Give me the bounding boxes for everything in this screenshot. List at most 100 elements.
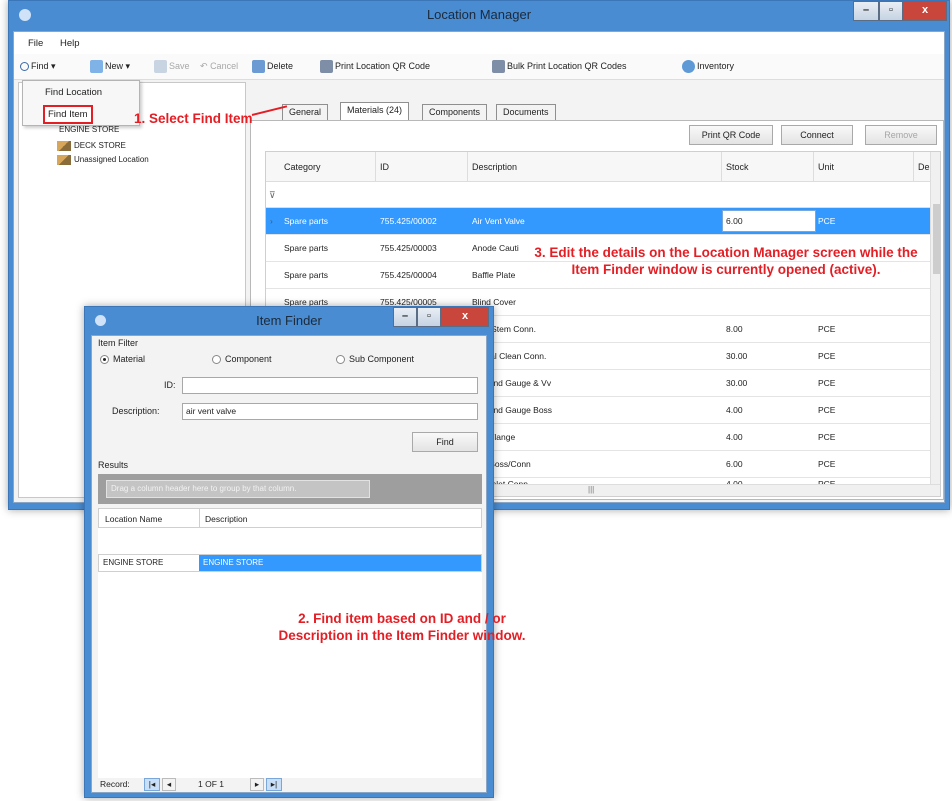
bulk-print-qr-button[interactable]: Bulk Print Location QR Codes — [492, 58, 627, 74]
maximize-button[interactable]: ▫ — [879, 1, 903, 21]
group-by-hint: Drag a column header here to group by th… — [106, 480, 370, 498]
grid-header: Category ID Description Stock Unit De — [266, 152, 940, 182]
table-row[interactable]: › Spare parts 755.425/00002 Air Vent Val… — [266, 208, 930, 235]
annotation-step3: 3. Edit the details on the Location Mana… — [534, 245, 918, 277]
item-finder-window: Item Finder – ▫ x Item Filter Material C… — [84, 306, 494, 798]
result-row[interactable]: ENGINE STORE ENGINE STORE — [98, 554, 482, 572]
stock-edit-cell[interactable]: 6.00 — [722, 210, 816, 232]
print-qr-label: Print Location QR Code — [335, 61, 431, 71]
record-label: Record: — [100, 779, 130, 789]
filter-row[interactable]: ⊽ — [266, 182, 940, 208]
column-result-description[interactable]: Description — [205, 514, 248, 524]
radio-material[interactable]: Material — [100, 354, 145, 365]
toolbar: Find ▾ New ▾ Save ↶ Cancel Delete Print … — [14, 54, 944, 80]
delete-icon — [252, 60, 265, 74]
tree-item-partial[interactable]: ENGINE STORE — [59, 125, 119, 134]
print-location-qr-button[interactable]: Print Location QR Code — [320, 58, 430, 74]
radio-button — [212, 355, 221, 365]
id-input[interactable] — [182, 377, 478, 394]
result-location: ENGINE STORE — [103, 558, 164, 567]
vertical-scrollbar[interactable] — [930, 152, 940, 484]
column-location-name[interactable]: Location Name — [105, 514, 162, 524]
connect-button[interactable]: Connect — [781, 125, 853, 145]
qr-code-icon — [492, 60, 505, 74]
undo-icon: ↶ — [200, 61, 208, 71]
tab-documents[interactable]: Documents — [496, 104, 556, 120]
finder-app-icon — [95, 315, 106, 326]
find-item-button[interactable]: Find — [412, 432, 478, 452]
save-label: Save — [169, 61, 190, 71]
finder-minimize-button[interactable]: – — [393, 307, 417, 327]
column-category[interactable]: Category — [280, 152, 376, 182]
result-description: ENGINE STORE — [199, 555, 481, 571]
save-icon — [154, 60, 167, 74]
row-indicator: › — [270, 216, 273, 226]
finder-title: Item Finder — [256, 313, 322, 328]
tab-general[interactable]: General — [282, 104, 329, 120]
group-by-panel: Drag a column header here to group by th… — [98, 474, 482, 504]
prev-record-button[interactable]: ◂ — [162, 778, 176, 791]
results-label: Results — [98, 460, 129, 470]
tree-item-unassigned[interactable]: Unassigned Location — [57, 155, 149, 165]
qr-code-icon — [320, 60, 333, 74]
finder-client-area: Item Filter Material Component Sub Compo… — [91, 335, 487, 793]
remove-button[interactable]: Remove — [865, 125, 937, 145]
scroll-thumb[interactable] — [933, 204, 940, 274]
description-input[interactable]: air vent valve — [182, 403, 478, 420]
menu-item-find-location[interactable]: Find Location — [45, 87, 102, 98]
record-navigator: Record: |◂ ◂ 1 OF 1 ▸ ▸| — [98, 778, 482, 792]
menu-file[interactable]: File — [28, 38, 43, 49]
filter-icon: ⊽ — [269, 190, 276, 200]
new-document-icon — [90, 60, 103, 74]
find-dropdown-menu: Find Location Find Item — [22, 80, 140, 126]
page-indicator: 1 OF 1 — [198, 779, 224, 789]
search-icon — [20, 62, 29, 72]
results-list: ENGINE STORE ENGINE STORE — [98, 528, 482, 778]
finder-maximize-button[interactable]: ▫ — [417, 307, 441, 327]
delete-button[interactable]: Delete — [252, 58, 293, 74]
print-qr-code-button[interactable]: Print QR Code — [689, 125, 773, 145]
tree-item-deck-store[interactable]: DECK STORE — [57, 141, 126, 151]
column-divider — [199, 509, 200, 527]
tab-components[interactable]: Components — [422, 104, 488, 120]
menu-bar: File Help — [14, 32, 944, 54]
radio-button — [100, 355, 109, 365]
radio-component[interactable]: Component — [212, 354, 272, 365]
menu-item-find-item[interactable]: Find Item — [43, 105, 93, 124]
inventory-icon — [682, 60, 695, 74]
item-filter-label: Item Filter — [98, 338, 139, 348]
radio-sub-component[interactable]: Sub Component — [336, 354, 414, 365]
description-label: Description: — [112, 406, 160, 416]
column-unit[interactable]: Unit — [814, 152, 914, 182]
annotation-step2: 2. Find item based on ID and / or Descri… — [278, 611, 526, 643]
delete-label: Delete — [267, 61, 294, 71]
next-record-button[interactable]: ▸ — [250, 778, 264, 791]
column-id[interactable]: ID — [376, 152, 468, 182]
column-stock[interactable]: Stock — [722, 152, 814, 182]
main-window-title: Location Manager — [426, 7, 532, 22]
column-description[interactable]: Description — [468, 152, 722, 182]
cancel-button[interactable]: ↶ Cancel — [200, 58, 238, 74]
find-button[interactable]: Find ▾ — [20, 58, 56, 74]
results-header: Location Name Description — [98, 508, 482, 528]
location-icon — [57, 141, 71, 151]
scroll-grip-icon: ||| — [588, 485, 595, 494]
main-title-bar[interactable]: Location Manager — [9, 1, 949, 31]
inventory-button[interactable]: Inventory — [682, 58, 734, 74]
menu-help[interactable]: Help — [60, 38, 80, 49]
find-label: Find — [31, 61, 49, 71]
close-button[interactable]: x — [903, 1, 947, 21]
new-button[interactable]: New ▾ — [90, 58, 130, 74]
minimize-button[interactable]: – — [853, 1, 879, 21]
tab-materials[interactable]: Materials (24) — [340, 102, 410, 120]
radio-button — [336, 355, 345, 365]
last-record-button[interactable]: ▸| — [266, 778, 282, 791]
cancel-label: Cancel — [210, 61, 239, 71]
inventory-label: Inventory — [697, 61, 735, 71]
first-record-button[interactable]: |◂ — [144, 778, 160, 791]
save-button[interactable]: Save — [154, 58, 190, 74]
finder-close-button[interactable]: x — [441, 307, 489, 327]
bulk-print-label: Bulk Print Location QR Codes — [507, 61, 627, 71]
location-icon — [57, 155, 71, 165]
app-icon — [19, 9, 31, 21]
